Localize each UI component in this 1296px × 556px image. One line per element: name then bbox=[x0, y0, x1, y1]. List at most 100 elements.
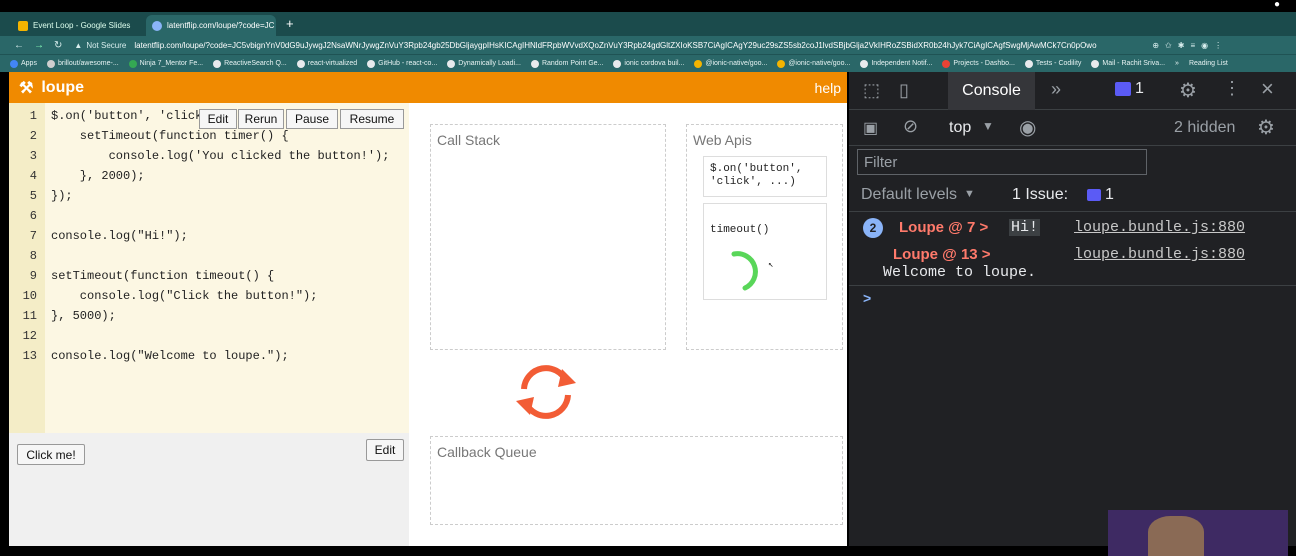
bookmark-item[interactable]: ReactiveSearch Q... bbox=[213, 59, 287, 68]
extension-icons[interactable]: ⊕✩✱≡◉⋮ bbox=[1152, 41, 1228, 50]
browser-tab[interactable]: Event Loop - Google Slides bbox=[12, 15, 142, 36]
bookmark-label: Mail - Rachit Sriva... bbox=[1102, 60, 1166, 67]
line-number: 1 bbox=[29, 109, 37, 123]
loupe-app: ⚒ loupe help 1 2 3 4 5 6 7 8 9 10 11 12 13 $.on('but… bbox=[9, 72, 847, 546]
code-line: setTimeout(function timeout() { bbox=[51, 269, 275, 283]
bookmark-item[interactable]: @ionic-native/goo... bbox=[694, 59, 768, 68]
resume-button[interactable]: Resume bbox=[340, 109, 404, 129]
console-settings-icon[interactable]: ⚙ bbox=[1257, 115, 1275, 140]
issues-message-icon[interactable] bbox=[1115, 82, 1131, 96]
bookmark-favicon-icon bbox=[613, 59, 622, 68]
tab-label: Event Loop - Google Slides bbox=[33, 21, 131, 30]
repeat-count-badge: 2 bbox=[863, 218, 883, 238]
new-tab-icon[interactable]: + bbox=[286, 16, 294, 31]
bookmark-label: Projects - Dashbo... bbox=[953, 60, 1015, 67]
default-levels-dropdown[interactable]: Default levels bbox=[861, 186, 957, 204]
line-number: 6 bbox=[29, 209, 37, 223]
edit-button[interactable]: Edit bbox=[199, 109, 237, 129]
edit-html-button[interactable]: Edit bbox=[366, 439, 404, 461]
issues-label[interactable]: 1 Issue: bbox=[1012, 186, 1068, 204]
callback-queue-box: Callback Queue bbox=[430, 436, 843, 525]
filter-placeholder: Filter bbox=[864, 154, 898, 171]
bookmark-item[interactable]: Projects - Dashbo... bbox=[942, 59, 1015, 68]
inspect-element-icon[interactable]: ⬚ bbox=[863, 80, 880, 101]
bookmark-favicon-icon bbox=[530, 59, 539, 68]
web-api-timeout: timeout() ↖ bbox=[703, 203, 827, 300]
bookmark-item[interactable]: react-virtualized bbox=[296, 59, 357, 68]
bookmark-favicon-icon bbox=[213, 59, 222, 68]
browser-tab-active[interactable]: latentflip.com/loupe/?code=JC × bbox=[146, 15, 276, 36]
devtools-panel: ⬚ ▯ Console » 1 ⚙ ⋮ × ▣ ⊘ top ▼ ◉ 2 hidd… bbox=[849, 72, 1296, 546]
more-options-icon[interactable]: ⋮ bbox=[1223, 78, 1241, 99]
line-number: 8 bbox=[29, 249, 37, 263]
filter-input[interactable]: Filter bbox=[857, 149, 1147, 175]
line-number: 12 bbox=[22, 329, 37, 343]
console-prompt[interactable]: > bbox=[863, 290, 871, 306]
event-loop-visualizer: Call Stack Web Apis $.on('button', 'clic… bbox=[409, 103, 847, 546]
device-toolbar-icon[interactable]: ▯ bbox=[899, 80, 909, 101]
settings-gear-icon[interactable]: ⚙ bbox=[1179, 78, 1197, 103]
live-expression-eye-icon[interactable]: ◉ bbox=[1019, 115, 1036, 140]
url-field[interactable]: latentflip.com/loupe/?code=JC5vbignYnV0d… bbox=[134, 41, 1144, 50]
bookmark-item[interactable]: brillout/awesome-... bbox=[46, 59, 119, 68]
bookmark-item[interactable]: Mail - Rachit Sriva... bbox=[1091, 59, 1166, 68]
line-gutter: 1 2 3 4 5 6 7 8 9 10 11 12 13 bbox=[9, 103, 45, 433]
bookmark-label: Ninja 7_Mentor Fe... bbox=[139, 60, 204, 67]
globe-favicon-icon bbox=[152, 20, 162, 31]
source-link[interactable]: loupe.bundle.js:880 bbox=[1074, 219, 1245, 236]
bookmark-item[interactable]: » bbox=[1175, 60, 1179, 67]
console-toolbar: ▣ ⊘ top ▼ ◉ 2 hidden ⚙ bbox=[849, 110, 1296, 146]
callback-queue-label: Callback Queue bbox=[437, 444, 537, 460]
bookmark-label: Reading List bbox=[1188, 60, 1228, 67]
issue-message-icon bbox=[1087, 189, 1101, 201]
bookmark-label: GitHub - react-co... bbox=[378, 60, 438, 67]
bookmark-item[interactable]: Apps bbox=[10, 59, 37, 68]
bookmark-label: Random Point Ge... bbox=[541, 60, 604, 67]
slides-favicon-icon bbox=[18, 20, 28, 31]
reload-icon[interactable]: ↻ bbox=[54, 40, 62, 51]
chevron-down-icon: ▼ bbox=[982, 119, 994, 133]
record-indicator-icon: ● bbox=[1273, 0, 1280, 10]
bookmark-item[interactable]: @ionic-native/goo... bbox=[777, 59, 850, 68]
bookmark-item[interactable]: Reading List bbox=[1189, 60, 1228, 67]
mouse-cursor-icon: ↖ bbox=[768, 260, 774, 270]
source-link[interactable]: loupe.bundle.js:880 bbox=[1074, 246, 1245, 263]
code-line: $.on('button', 'click bbox=[51, 109, 203, 123]
bookmark-item[interactable]: Dynamically Loadi... bbox=[447, 59, 521, 68]
code-line: setTimeout(function timer() { bbox=[51, 129, 289, 143]
line-number: 7 bbox=[29, 229, 37, 243]
line-number: 2 bbox=[29, 129, 37, 143]
bookmark-item[interactable]: Independent Notif... bbox=[860, 59, 932, 68]
bookmark-item[interactable]: Ninja 7_Mentor Fe... bbox=[128, 59, 204, 68]
context-selector[interactable]: top bbox=[949, 119, 971, 137]
more-tabs-icon[interactable]: » bbox=[1051, 79, 1061, 100]
os-top-bar: ● bbox=[0, 0, 1296, 12]
bookmark-favicon-icon bbox=[447, 59, 456, 68]
click-me-button[interactable]: Click me! bbox=[17, 444, 85, 465]
bookmark-label: ReactiveSearch Q... bbox=[224, 60, 287, 67]
close-devtools-icon[interactable]: × bbox=[1261, 76, 1274, 102]
tab-console[interactable]: Console bbox=[948, 72, 1035, 110]
bookmark-item[interactable]: ionic cordova buil... bbox=[613, 59, 684, 68]
presenter-avatar bbox=[1148, 516, 1204, 556]
timer-progress-icon bbox=[731, 251, 758, 291]
sidebar-toggle-icon[interactable]: ▣ bbox=[863, 118, 878, 138]
bookmark-item[interactable]: Tests - Codility bbox=[1024, 59, 1081, 68]
back-icon[interactable]: ← bbox=[14, 40, 24, 51]
bookmark-item[interactable]: Random Point Ge... bbox=[530, 59, 604, 68]
pause-button[interactable]: Pause bbox=[286, 109, 338, 129]
rerun-button[interactable]: Rerun bbox=[238, 109, 284, 129]
bookmark-favicon-icon bbox=[942, 59, 951, 68]
help-link[interactable]: help bbox=[815, 80, 841, 96]
bookmark-item[interactable]: GitHub - react-co... bbox=[367, 59, 438, 68]
forward-icon[interactable]: → bbox=[34, 40, 44, 51]
not-secure-label: Not Secure bbox=[86, 40, 127, 50]
bookmark-favicon-icon bbox=[1024, 59, 1033, 68]
console-message: 2 Loupe @ 7 > Hi! loupe.bundle.js:880 bbox=[849, 215, 1296, 241]
code-editor[interactable]: 1 2 3 4 5 6 7 8 9 10 11 12 13 $.on('button', 'click … bbox=[9, 103, 409, 433]
code-line: console.log('You clicked the button!'); bbox=[51, 149, 390, 163]
bookmark-label: @ionic-native/goo... bbox=[705, 60, 768, 67]
log-message: Welcome to loupe. bbox=[883, 264, 1037, 281]
log-message: Hi! bbox=[1009, 219, 1041, 236]
clear-console-icon[interactable]: ⊘ bbox=[903, 116, 918, 137]
